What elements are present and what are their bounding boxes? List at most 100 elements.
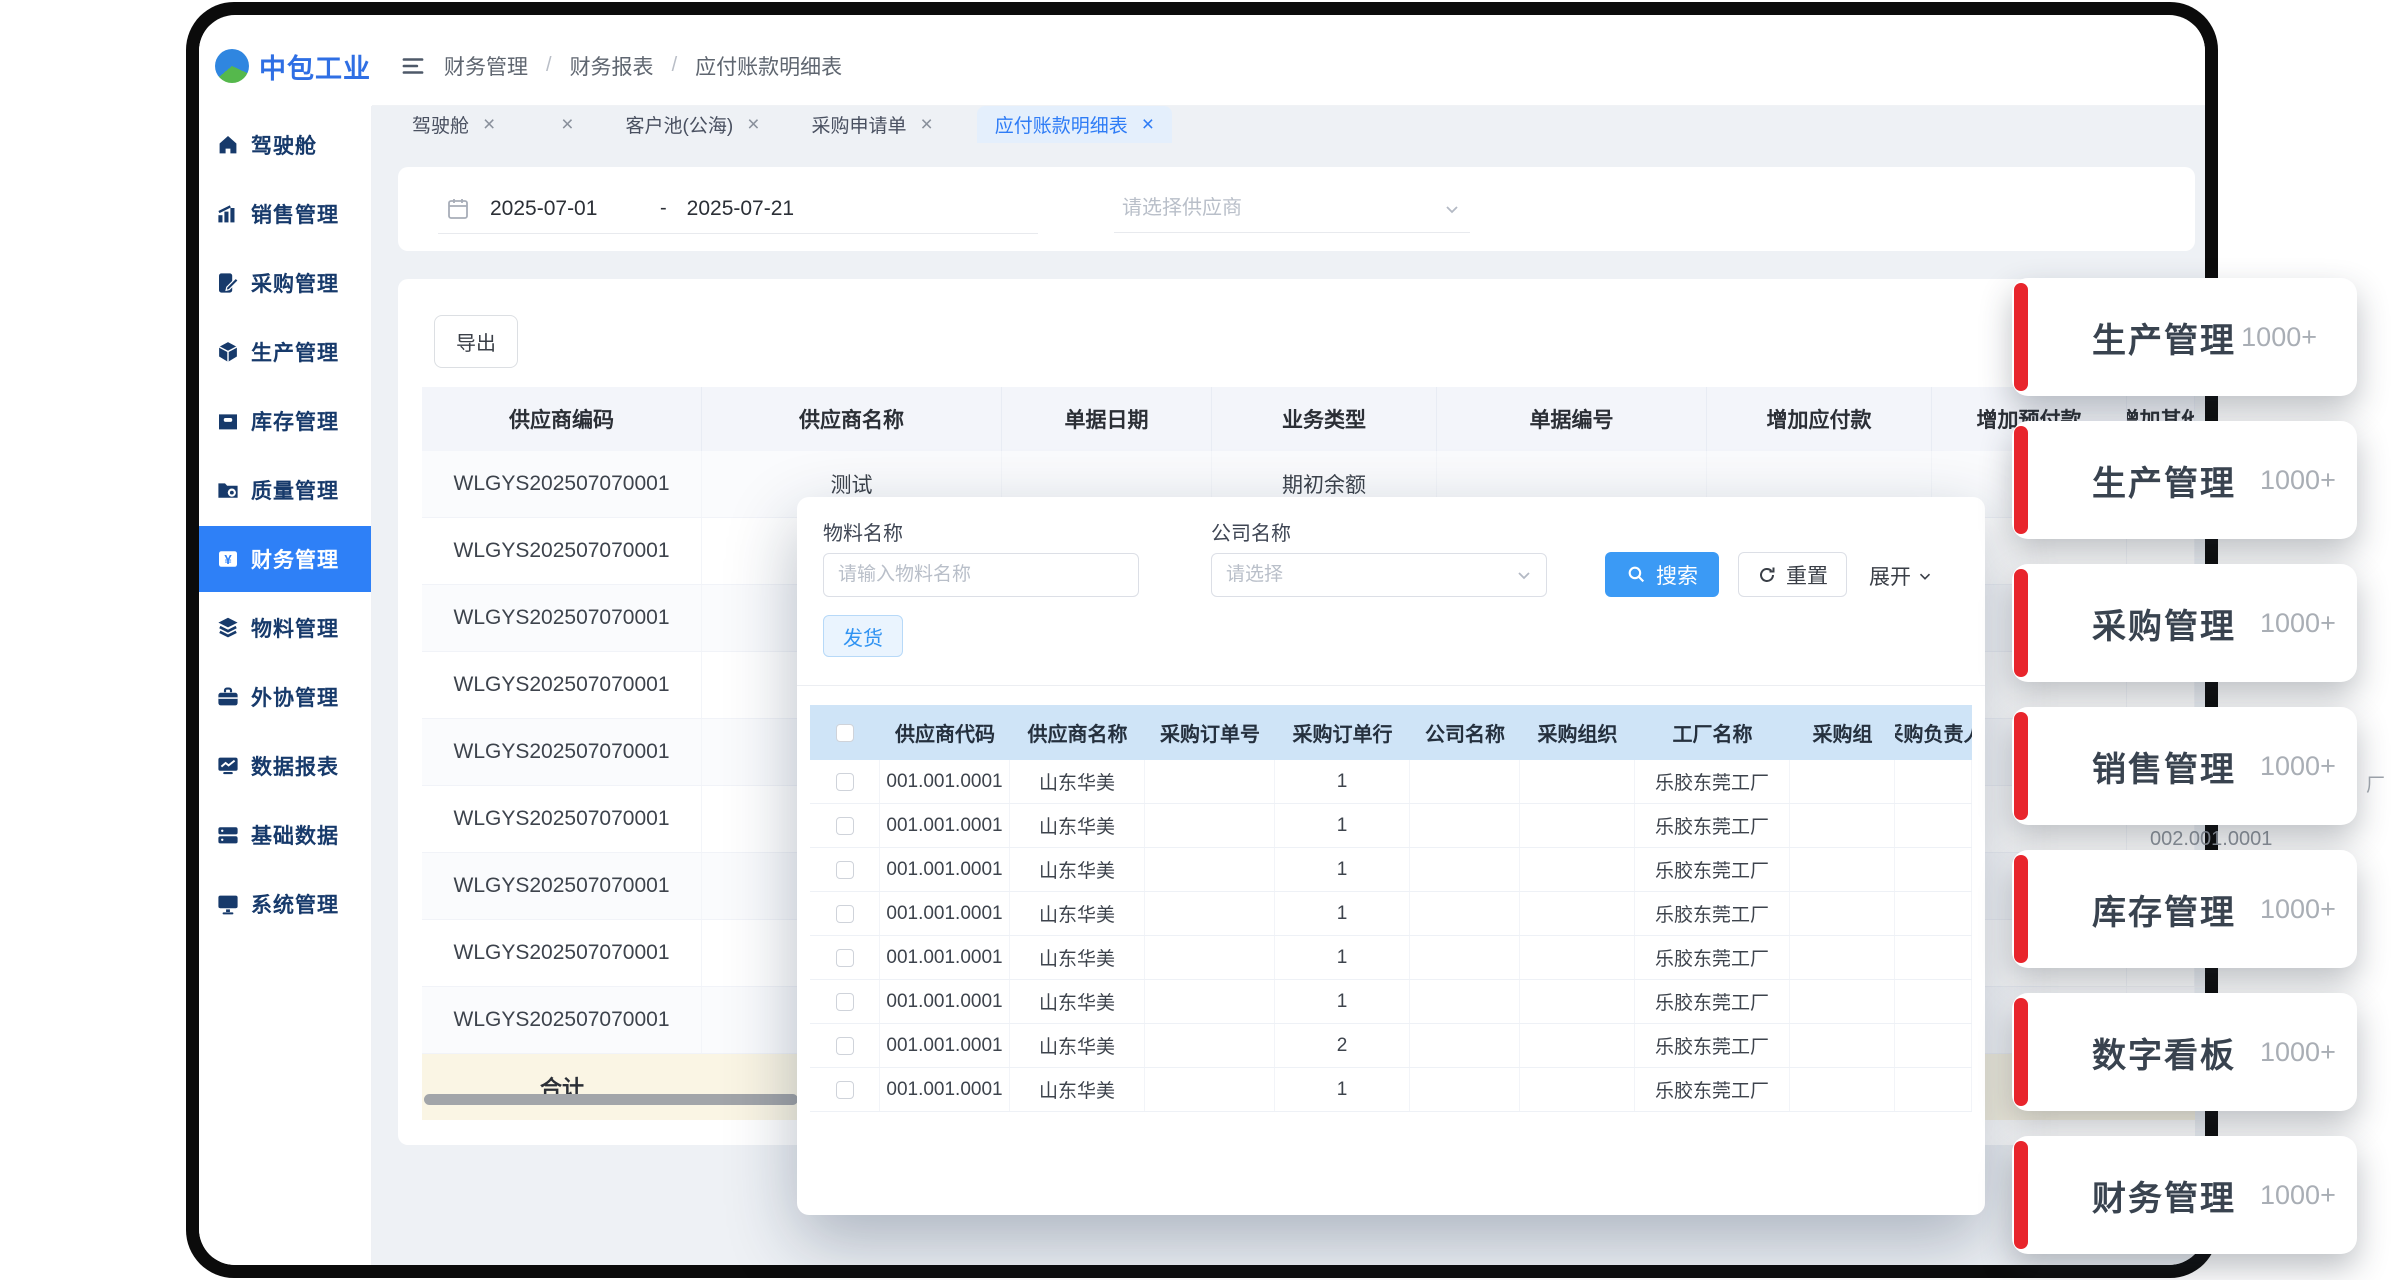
- row-checkbox[interactable]: [836, 949, 854, 967]
- tab-customer-pool[interactable]: 客户池(公海) ×: [618, 106, 768, 143]
- supplier-order-table-header: 供应商代码 供应商名称 采购订单号 采购订单行 公司名称 采购组织 工厂名称 采…: [810, 705, 1972, 760]
- material-layers-icon: [216, 616, 240, 640]
- chevron-down-icon: [1514, 565, 1534, 585]
- finance-yen-icon: ¥: [216, 547, 240, 571]
- material-name-label: 物料名称: [823, 517, 903, 546]
- date-end-input[interactable]: [687, 197, 837, 221]
- row-checkbox[interactable]: [836, 1081, 854, 1099]
- row-checkbox[interactable]: [836, 993, 854, 1011]
- tab-dashboard[interactable]: 驾驶舱 ×: [404, 106, 503, 143]
- supplier-select[interactable]: [1114, 185, 1470, 233]
- count-badge: 1000+: [2260, 1180, 2336, 1211]
- tab-purchase-request[interactable]: 采购申请单 ×: [803, 106, 940, 143]
- sidebar-item-production[interactable]: 生产管理: [199, 319, 371, 385]
- material-name-input[interactable]: [823, 553, 1139, 597]
- sidebar-item-data-report[interactable]: 数据报表: [199, 733, 371, 799]
- row-checkbox[interactable]: [836, 817, 854, 835]
- breadcrumb: 财务管理 / 财务报表 / 应付账款明细表: [372, 26, 2205, 106]
- sidebar-item-quality[interactable]: 质量管理: [199, 457, 371, 523]
- base-data-icon: [216, 823, 240, 847]
- export-button[interactable]: 导出: [434, 315, 518, 368]
- module-card-finance[interactable]: 财务管理 1000+: [2012, 1136, 2357, 1254]
- row-checkbox[interactable]: [836, 905, 854, 923]
- chevron-down-icon: [1916, 567, 1934, 585]
- background-order-code-fragment: 002.001.0001: [2150, 828, 2272, 851]
- sales-chart-icon: [216, 202, 240, 226]
- sidebar: 驾驶舱 销售管理 采购管理 生产管理 库存管理: [199, 106, 372, 1265]
- ship-button[interactable]: 发货: [823, 615, 903, 657]
- sidebar-item-sales[interactable]: 销售管理: [199, 181, 371, 247]
- table-row[interactable]: 001.001.0001 山东华美 1 乐胶东莞工厂: [810, 760, 1972, 804]
- row-checkbox[interactable]: [836, 773, 854, 791]
- sidebar-item-system[interactable]: 系统管理: [199, 871, 371, 937]
- close-icon[interactable]: ×: [747, 114, 759, 135]
- breadcrumb-separator: /: [546, 54, 552, 77]
- company-name-label: 公司名称: [1211, 517, 1291, 546]
- search-icon: [1626, 564, 1647, 585]
- sidebar-item-outsourcing[interactable]: 外协管理: [199, 664, 371, 730]
- module-card-inventory[interactable]: 库存管理 1000+: [2012, 850, 2357, 968]
- module-card-production-2[interactable]: 生产管理 1000+: [2012, 421, 2357, 539]
- sidebar-item-dashboard[interactable]: 驾驶舱: [199, 112, 371, 178]
- filter-panel: -: [398, 167, 2195, 251]
- count-badge: 1000+: [2260, 894, 2336, 925]
- sidebar-item-inventory[interactable]: 库存管理: [199, 388, 371, 454]
- payable-table-header: 供应商编码 供应商名称 单据日期 业务类型 单据编号 增加应付款 增加预付款 增…: [422, 387, 2195, 451]
- table-row[interactable]: 001.001.0001 山东华美 1 乐胶东莞工厂: [810, 892, 1972, 936]
- tabs-bar: 驾驶舱 × × 客户池(公海) × 采购申请单 ×: [372, 106, 2205, 143]
- count-badge: 1000+: [2260, 751, 2336, 782]
- count-badge: 1000+: [2260, 608, 2336, 639]
- home-icon: [216, 133, 240, 157]
- system-monitor-icon: [216, 892, 240, 916]
- module-card-digital-board[interactable]: 数字看板 1000+: [2012, 993, 2357, 1111]
- close-icon[interactable]: ×: [483, 114, 495, 135]
- module-card-production-1[interactable]: 生产管理 1000+: [2012, 278, 2357, 396]
- count-badge: 1000+: [2260, 1037, 2336, 1068]
- horizontal-scrollbar[interactable]: [424, 1094, 798, 1105]
- table-row[interactable]: 001.001.0001 山东华美 1 乐胶东莞工厂: [810, 804, 1972, 848]
- production-cube-icon: [216, 340, 240, 364]
- inventory-box-icon: [216, 409, 240, 433]
- search-button[interactable]: 搜索: [1605, 552, 1719, 597]
- date-start-input[interactable]: [490, 197, 640, 221]
- refresh-icon: [1757, 565, 1777, 585]
- close-icon[interactable]: ×: [561, 114, 573, 135]
- breadcrumb-item-current: 应付账款明细表: [695, 51, 842, 81]
- table-row[interactable]: 001.001.0001 山东华美 1 乐胶东莞工厂: [810, 980, 1972, 1024]
- sidebar-item-finance[interactable]: ¥ 财务管理: [199, 526, 371, 592]
- date-range-picker[interactable]: -: [438, 185, 1038, 234]
- purchase-doc-icon: [216, 271, 240, 295]
- select-all-checkbox[interactable]: [836, 724, 854, 742]
- sidebar-item-purchase[interactable]: 采购管理: [199, 250, 371, 316]
- reset-button[interactable]: 重置: [1738, 552, 1847, 597]
- close-icon[interactable]: ×: [1142, 114, 1154, 135]
- row-checkbox[interactable]: [836, 861, 854, 879]
- breadcrumb-item[interactable]: 财务报表: [570, 51, 654, 81]
- table-row[interactable]: 001.001.0001 山东华美 2 乐胶东莞工厂: [810, 1024, 1972, 1068]
- tab-payable-detail[interactable]: 应付账款明细表 ×: [977, 106, 1172, 143]
- date-separator: -: [660, 197, 667, 220]
- background-factory-fragment: 厂: [2366, 770, 2385, 797]
- module-card-purchase[interactable]: 采购管理 1000+: [2012, 564, 2357, 682]
- company-select-input[interactable]: [1226, 564, 1486, 586]
- table-row[interactable]: 001.001.0001 山东华美 1 乐胶东莞工厂: [810, 1068, 1972, 1112]
- sidebar-item-material[interactable]: 物料管理: [199, 595, 371, 661]
- svg-text:¥: ¥: [224, 552, 232, 567]
- table-row[interactable]: 001.001.0001 山东华美 1 乐胶东莞工厂: [810, 936, 1972, 980]
- expand-toggle[interactable]: 展开: [1869, 561, 1934, 591]
- table-row[interactable]: 001.001.0001 山东华美 1 乐胶东莞工厂: [810, 848, 1972, 892]
- brand: 中包工业云: [199, 26, 372, 106]
- quality-folder-icon: [216, 478, 240, 502]
- count-badge: 1000+: [2241, 322, 2317, 353]
- close-icon[interactable]: ×: [920, 114, 932, 135]
- supplier-select-input[interactable]: [1122, 197, 1402, 220]
- module-card-sales[interactable]: 销售管理 1000+: [2012, 707, 2357, 825]
- sidebar-item-base-data[interactable]: 基础数据: [199, 802, 371, 868]
- breadcrumb-item[interactable]: 财务管理: [444, 51, 528, 81]
- count-badge: 1000+: [2260, 465, 2336, 496]
- row-checkbox[interactable]: [836, 1037, 854, 1055]
- hamburger-icon[interactable]: [400, 53, 426, 79]
- breadcrumb-separator: /: [672, 54, 678, 77]
- tab-unnamed[interactable]: ×: [539, 106, 581, 143]
- company-select[interactable]: [1211, 553, 1547, 597]
